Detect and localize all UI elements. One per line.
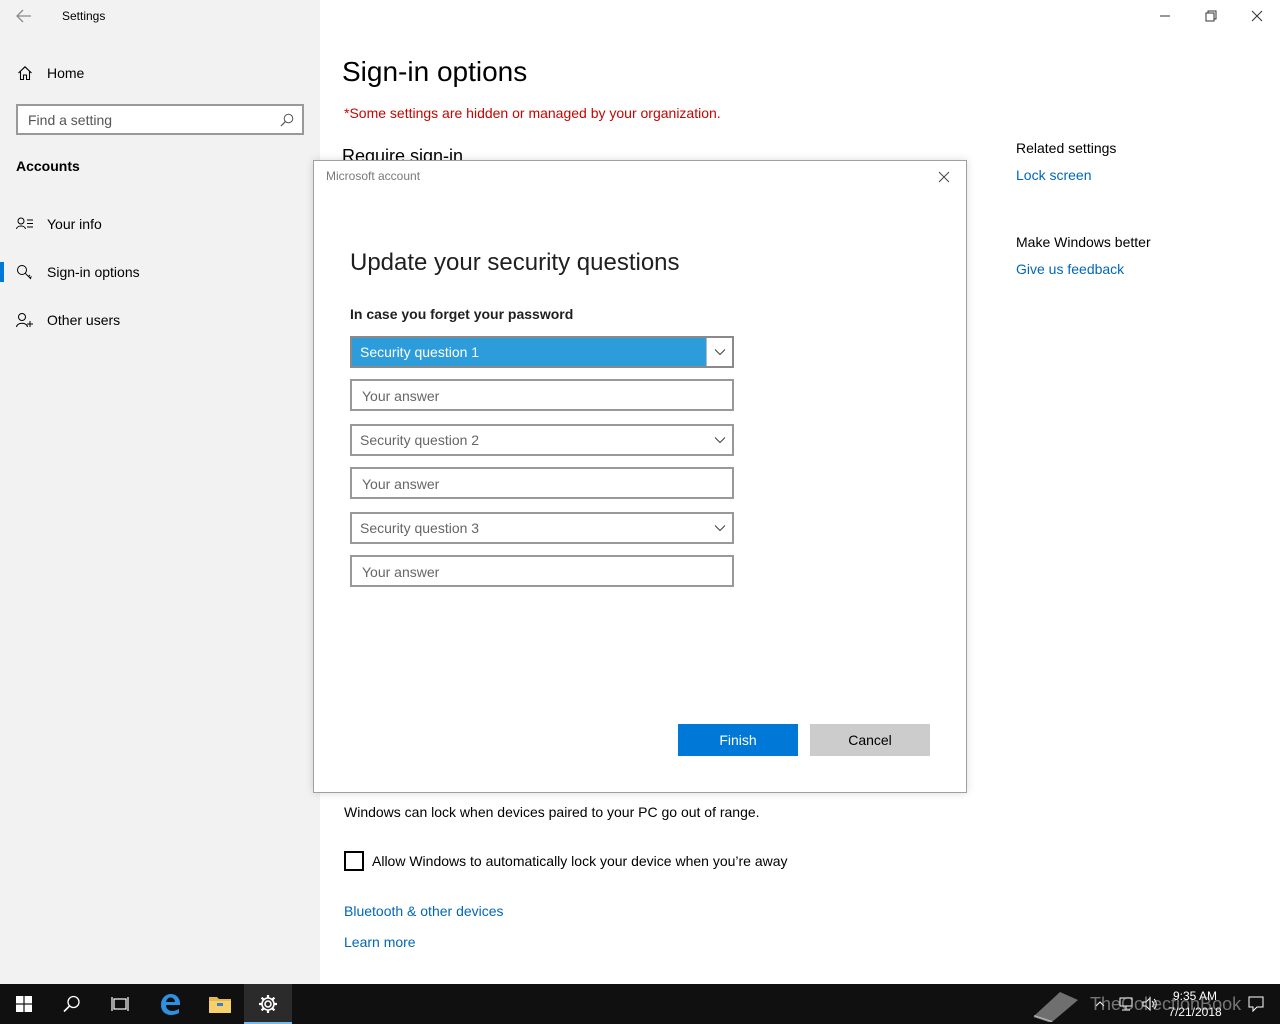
task-view-button[interactable] — [96, 984, 144, 1024]
dynamic-lock-checkbox-row[interactable]: Allow Windows to automatically lock your… — [344, 850, 788, 872]
select-value: Security question 3 — [360, 520, 480, 536]
active-indicator — [0, 262, 4, 282]
answer-3-field[interactable] — [350, 555, 734, 587]
folder-icon — [209, 997, 231, 1013]
page-title: Sign-in options — [342, 56, 528, 87]
notification-icon — [1248, 996, 1264, 1012]
minimize-icon — [1160, 15, 1170, 17]
nav-home[interactable]: Home — [0, 56, 320, 90]
watermark-text: TheCollectionBook — [1090, 993, 1242, 1014]
navigation-pane: Settings Home Accounts Your info Sign-in… — [0, 0, 320, 984]
start-button[interactable] — [0, 984, 48, 1024]
restore-button[interactable] — [1188, 0, 1234, 32]
back-arrow-icon — [16, 9, 31, 23]
chevron-down-icon — [714, 349, 726, 356]
give-feedback-link[interactable]: Give us feedback — [1016, 261, 1124, 277]
security-question-1-select[interactable]: Security question 1 — [350, 336, 734, 368]
sidebar-item-sign-in-options[interactable]: Sign-in options — [0, 252, 320, 292]
action-center-button[interactable] — [1236, 984, 1276, 1024]
sidebar-item-other-users[interactable]: Other users — [0, 300, 320, 340]
dynamic-lock-checkbox[interactable] — [344, 851, 364, 871]
sidebar-item-your-info[interactable]: Your info — [0, 204, 320, 244]
sidebar-item-label: Your info — [47, 216, 102, 232]
back-button[interactable] — [10, 4, 38, 28]
lock-screen-link[interactable]: Lock screen — [1016, 167, 1091, 183]
gear-icon — [259, 995, 277, 1013]
related-settings-title: Related settings — [1016, 140, 1117, 156]
restore-icon — [1205, 10, 1217, 22]
chevron-down-icon — [714, 525, 726, 532]
make-windows-better-title: Make Windows better — [1016, 234, 1151, 250]
search-icon — [63, 995, 80, 1013]
answer-1-field[interactable] — [350, 379, 734, 411]
close-icon — [938, 171, 950, 183]
watermark: TheCollectionBook — [1030, 984, 1241, 1024]
learn-more-link[interactable]: Learn more — [344, 934, 416, 950]
close-window-button[interactable] — [1234, 0, 1280, 32]
finish-button[interactable]: Finish — [678, 724, 798, 756]
dynamic-lock-description: Windows can lock when devices paired to … — [344, 804, 760, 820]
dialog-subheading: In case you forget your password — [350, 306, 574, 322]
app-title: Settings — [62, 9, 106, 23]
search-icon[interactable] — [280, 113, 294, 127]
book-logo-icon — [1033, 992, 1078, 1022]
security-question-3-select[interactable]: Security question 3 — [350, 512, 734, 544]
search-setting-box[interactable] — [16, 104, 304, 135]
org-managed-notice: *Some settings are hidden or managed by … — [344, 105, 721, 121]
chevron-down-icon — [714, 437, 726, 444]
sidebar-item-label: Other users — [47, 312, 121, 328]
search-taskbar-button[interactable] — [48, 984, 96, 1024]
settings-taskbar-button[interactable] — [244, 984, 292, 1024]
answer-3-input[interactable] — [362, 563, 712, 581]
section-heading-require-sign-in: Require sign-in — [342, 146, 464, 160]
add-person-icon — [16, 313, 33, 328]
home-icon — [18, 66, 32, 81]
dynamic-lock-checkbox-label[interactable]: Allow Windows to automatically lock your… — [372, 853, 788, 869]
nav-section-accounts: Accounts — [16, 158, 80, 174]
nav-home-label: Home — [47, 65, 85, 81]
security-question-2-select[interactable]: Security question 2 — [350, 424, 734, 456]
dialog-title: Microsoft account — [326, 169, 421, 183]
sidebar-item-label: Sign-in options — [47, 264, 140, 280]
answer-1-input[interactable] — [362, 387, 712, 405]
edge-browser-button[interactable] — [146, 984, 194, 1024]
person-card-icon — [16, 217, 33, 230]
edge-browser-icon — [161, 994, 180, 1015]
task-view-icon — [111, 997, 129, 1011]
select-value: Security question 2 — [360, 432, 480, 448]
answer-2-field[interactable] — [350, 467, 734, 499]
bluetooth-devices-link[interactable]: Bluetooth & other devices — [344, 903, 504, 919]
file-explorer-button[interactable] — [196, 984, 244, 1024]
minimize-button[interactable] — [1142, 0, 1188, 32]
key-icon — [17, 265, 32, 280]
close-icon — [1251, 10, 1263, 22]
dialog-close-button[interactable] — [934, 167, 954, 187]
security-questions-dialog: Microsoft account Update your security q… — [313, 160, 967, 793]
windows-logo-icon — [16, 996, 32, 1012]
select-value: Security question 1 — [360, 344, 480, 360]
answer-2-input[interactable] — [362, 475, 712, 493]
dialog-heading: Update your security questions — [350, 249, 680, 276]
search-input[interactable] — [28, 111, 268, 129]
cancel-button[interactable]: Cancel — [810, 724, 930, 756]
